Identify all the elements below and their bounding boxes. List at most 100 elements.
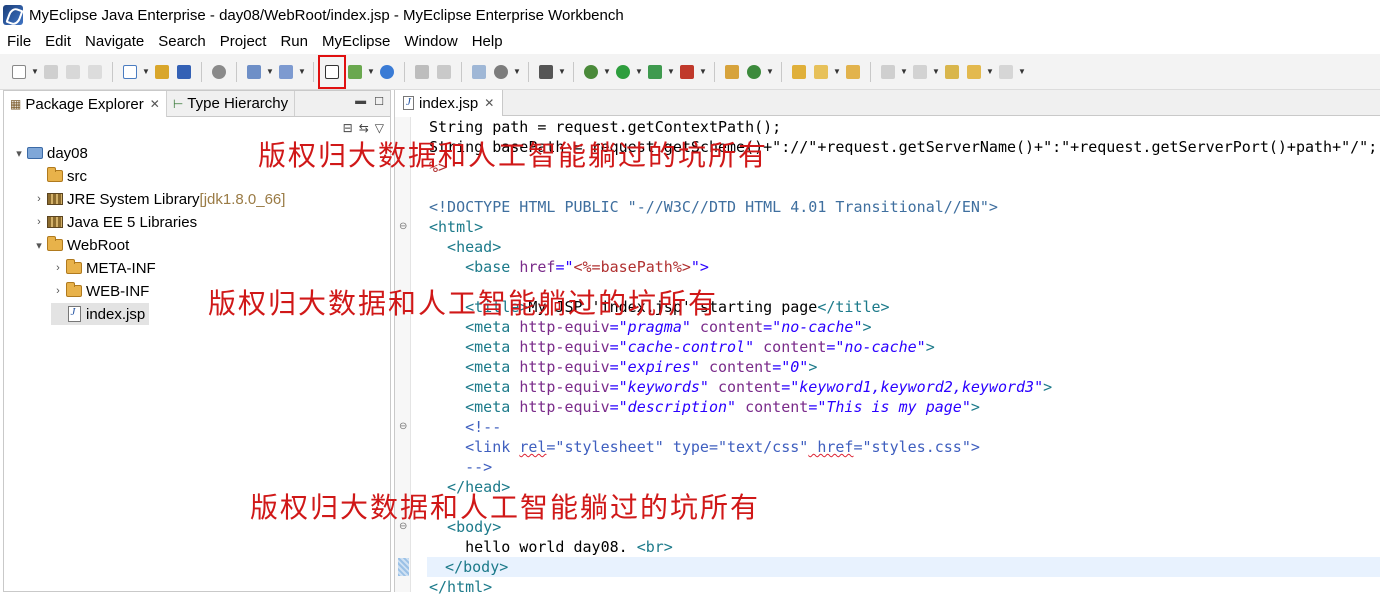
print-icon[interactable] [84,60,106,84]
browser-globe-icon[interactable] [376,60,398,84]
tree-item-webroot[interactable]: ▾ WebRoot [32,234,129,256]
menu-navigate[interactable]: Navigate [78,30,151,54]
package-explorer-icon: ▦ [10,97,22,111]
coverage-dropdown-icon[interactable]: ▼ [666,60,676,84]
search-wizard-icon[interactable] [275,60,297,84]
new-class-icon[interactable] [743,60,765,84]
link-with-editor-icon[interactable]: ⇆ [359,121,369,135]
camera-dropdown-icon[interactable]: ▼ [557,60,567,84]
toolbar-separator [313,61,314,82]
new-web-project-dropdown-icon[interactable]: ▼ [141,60,151,84]
folder-icon [65,259,83,276]
new-web-project-icon[interactable] [119,60,141,84]
fold-toggle-icon[interactable]: ⊖ [399,221,407,232]
view-menu-icon[interactable]: ▽ [375,121,384,135]
search-wizard-dropdown-icon[interactable]: ▼ [297,60,307,84]
tree-item-src[interactable]: src [32,165,87,187]
forward-dropdown-icon[interactable]: ▼ [1017,60,1027,84]
tree-item-meta-inf[interactable]: › META-INF [51,257,156,279]
last-edit-icon[interactable] [941,60,963,84]
code-line: <meta http-equiv="expires" content="0"> [429,358,818,376]
tab-package-explorer[interactable]: ▦ Package Explorer ✕ [4,91,167,117]
menu-window[interactable]: Window [397,30,464,54]
debug-bug-icon[interactable] [580,60,602,84]
menu-edit[interactable]: Edit [38,30,78,54]
open-task-icon[interactable] [842,60,864,84]
open-folder-icon[interactable] [788,60,810,84]
expand-icon[interactable]: › [32,193,46,205]
folder-icon [65,282,83,299]
run-server-icon[interactable] [344,60,366,84]
forward-arrow-icon[interactable] [995,60,1017,84]
deploy-project-icon[interactable] [318,54,346,89]
save-icon[interactable] [40,60,62,84]
external-tools-icon[interactable] [676,60,698,84]
tree-item-jre-library[interactable]: › JRE System Library [jdk1.8.0_66] [32,188,285,210]
expand-icon[interactable]: › [32,216,46,228]
database-icon[interactable] [490,60,512,84]
prev-annotation-icon[interactable] [909,60,931,84]
external-tools-dropdown-icon[interactable]: ▼ [698,60,708,84]
menu-myeclipse[interactable]: MyEclipse [315,30,397,54]
package-folder-icon [46,167,64,184]
watermark-text: 版权归大数据和人工智能躺过的坑所有 [208,287,719,320]
open-type-icon[interactable] [208,60,230,84]
camera-icon[interactable] [535,60,557,84]
fold-toggle-icon[interactable]: ⊖ [399,421,407,432]
code-line: <html> [429,218,484,236]
tab-label: Package Explorer [25,95,144,113]
next-annotation-icon[interactable] [877,60,899,84]
save-all-icon[interactable] [62,60,84,84]
new-icon[interactable] [8,60,30,84]
debug-dropdown-icon[interactable]: ▼ [602,60,612,84]
database-dropdown-icon[interactable]: ▼ [512,60,522,84]
menu-run[interactable]: Run [273,30,315,54]
prev-annotation-dropdown-icon[interactable]: ▼ [931,60,941,84]
collapse-all-icon[interactable]: ⊟ [343,121,353,135]
new-java-package-icon[interactable] [721,60,743,84]
expand-icon[interactable]: › [51,262,65,274]
package-icon[interactable] [151,60,173,84]
table-icon[interactable] [468,60,490,84]
tree-item-javaee-libraries[interactable]: › Java EE 5 Libraries [32,211,197,233]
expand-icon[interactable]: › [51,285,65,297]
minimize-icon[interactable]: ▬ [355,95,366,108]
run-server-dropdown-icon[interactable]: ▼ [366,60,376,84]
tree-item-web-inf[interactable]: › WEB-INF [51,280,149,302]
tab-type-hierarchy[interactable]: ⊢ Type Hierarchy [167,91,296,116]
pen-dropdown-icon[interactable]: ▼ [832,60,842,84]
expand-icon[interactable]: ▾ [12,147,26,160]
menu-file[interactable]: File [0,30,38,54]
archive-icon[interactable] [173,60,195,84]
close-icon[interactable]: ✕ [484,96,494,110]
menu-search[interactable]: Search [151,30,213,54]
refresh-icon[interactable] [433,60,455,84]
maximize-icon[interactable]: ☐ [374,95,384,108]
back-arrow-icon[interactable] [963,60,985,84]
pen-icon[interactable] [810,60,832,84]
hammer-icon[interactable] [411,60,433,84]
tab-index-jsp[interactable]: index.jsp ✕ [395,90,504,116]
code-line: <!DOCTYPE HTML PUBLIC "-//W3C//DTD HTML … [429,198,998,216]
tree-item-label: day08 [47,144,88,162]
menu-help[interactable]: Help [465,30,510,54]
tree-item-day08[interactable]: ▾ day08 [12,142,88,164]
expand-icon[interactable]: ▾ [32,239,46,252]
tree-item-label: META-INF [86,259,156,277]
wizard-icon[interactable] [243,60,265,84]
toolbar-separator [201,61,202,82]
run-dropdown-icon[interactable]: ▼ [634,60,644,84]
new-class-dropdown-icon[interactable]: ▼ [765,60,775,84]
back-dropdown-icon[interactable]: ▼ [985,60,995,84]
close-icon[interactable]: ✕ [150,97,160,111]
new-dropdown-icon[interactable]: ▼ [30,60,40,84]
next-annotation-dropdown-icon[interactable]: ▼ [899,60,909,84]
title-bar: MyEclipse Java Enterprise - day08/WebRoo… [0,0,1380,30]
menu-project[interactable]: Project [213,30,274,54]
coverage-icon[interactable] [644,60,666,84]
toolbar-separator [781,61,782,82]
wizard-dropdown-icon[interactable]: ▼ [265,60,275,84]
tree-item-index-jsp[interactable]: index.jsp [51,303,150,325]
run-icon[interactable] [612,60,634,84]
tree-item-label: Java EE 5 Libraries [67,213,198,231]
